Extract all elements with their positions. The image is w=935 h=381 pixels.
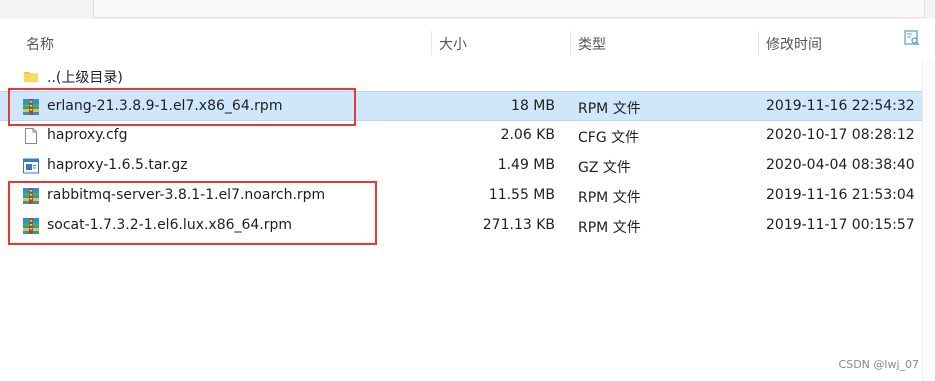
annotation-highlight-box [8, 88, 356, 126]
list-item-parent-directory[interactable]: ..(上级目录) [0, 61, 922, 91]
file-type: RPM 文件 [578, 101, 641, 117]
file-modified: 2020-10-17 08:28:12 [766, 127, 915, 143]
top-toolbar-strip [0, 0, 935, 19]
path-bar[interactable] [93, 0, 925, 18]
file-browser-window: 名称 大小 类型 修改时间 ..(上级目录) erlang-21.3.8.9-1… [0, 0, 935, 381]
column-header-size[interactable]: 大小 [439, 34, 467, 54]
file-size: 11.55 MB [488, 187, 555, 203]
file-name: haproxy-1.6.5.tar.gz [47, 157, 188, 173]
document-icon [22, 127, 40, 145]
annotation-highlight-box [8, 181, 377, 245]
file-type: RPM 文件 [578, 220, 641, 236]
column-header-modified[interactable]: 修改时间 [766, 34, 822, 54]
file-size: 271.13 KB [482, 217, 555, 233]
watermark: CSDN @lwj_07 [838, 358, 919, 371]
column-header-type[interactable]: 类型 [578, 34, 606, 54]
column-header: 名称 大小 类型 修改时间 [0, 25, 935, 61]
column-divider[interactable] [758, 31, 759, 55]
file-modified: 2019-11-16 21:53:04 [766, 187, 915, 203]
column-divider[interactable] [570, 31, 571, 55]
file-type: RPM 文件 [578, 190, 641, 206]
file-type: GZ 文件 [578, 160, 631, 176]
vertical-scrollbar[interactable] [922, 61, 935, 381]
view-toggle-icon[interactable] [904, 30, 920, 46]
file-size: 1.49 MB [497, 157, 555, 173]
file-name: haproxy.cfg [47, 127, 128, 143]
file-size: 2.06 KB [500, 127, 555, 143]
folder-icon [22, 67, 40, 85]
gz-archive-icon [22, 157, 40, 175]
file-modified: 2020-04-04 08:38:40 [766, 157, 915, 173]
list-item-haproxy-tar-gz[interactable]: haproxy-1.6.5.tar.gz 1.49 MB GZ 文件 2020-… [0, 151, 922, 181]
file-modified: 2019-11-16 22:54:32 [766, 98, 915, 114]
column-divider[interactable] [431, 31, 432, 55]
file-name: ..(上级目录) [47, 70, 123, 86]
column-header-name[interactable]: 名称 [26, 34, 54, 54]
file-modified: 2019-11-17 00:15:57 [766, 217, 915, 233]
file-type: CFG 文件 [578, 130, 640, 146]
file-size: 18 MB [511, 98, 555, 114]
